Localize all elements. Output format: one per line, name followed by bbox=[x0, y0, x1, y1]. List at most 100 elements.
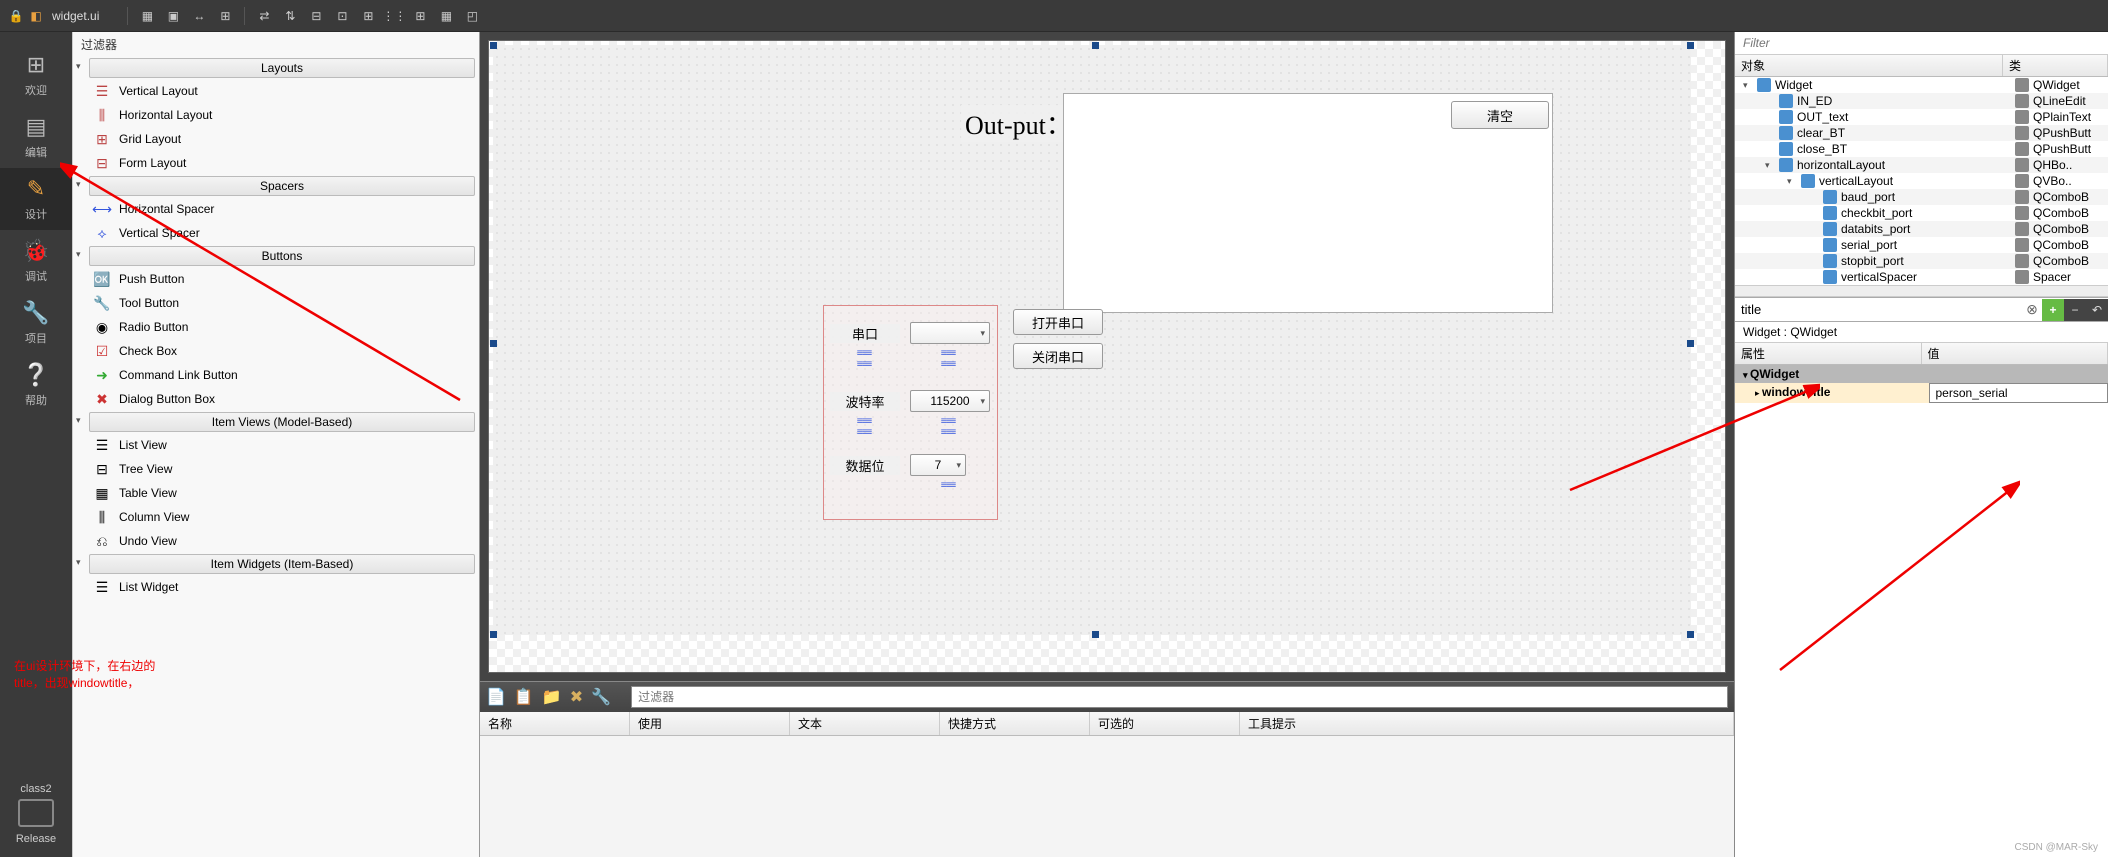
canvas-wrap: Out-put： 清空 串口 ≡≡≡≡≡≡ ≡≡≡≡≡≡ 波特率 115200 … bbox=[480, 32, 1734, 681]
rail-welcome[interactable]: ⊞ 欢迎 bbox=[0, 44, 72, 106]
object-row-baud_port[interactable]: baud_portQComboB bbox=[1735, 189, 2108, 205]
toolbar-btn-8[interactable]: ⊡ bbox=[331, 5, 353, 27]
toolbar-btn-10[interactable]: ⋮⋮ bbox=[383, 5, 405, 27]
item-list-view[interactable]: ☰List View bbox=[73, 433, 479, 457]
toolbar-btn-6[interactable]: ⇅ bbox=[279, 5, 301, 27]
item-push-button[interactable]: 🆗Push Button bbox=[73, 267, 479, 291]
col-checkable[interactable]: 可选的 bbox=[1090, 712, 1240, 735]
close-serial-button[interactable]: 关闭串口 bbox=[1013, 343, 1103, 369]
databits-combo[interactable]: 7 bbox=[910, 454, 966, 476]
clear-button[interactable]: 清空 bbox=[1451, 101, 1549, 129]
left-rail: ⊞ 欢迎 ▤ 编辑 ✎ 设计 🐞 调试 🔧 项目 ❔ 帮助 class2 Rel… bbox=[0, 32, 72, 857]
item-radio-button[interactable]: ◉Radio Button bbox=[73, 315, 479, 339]
back-property-icon[interactable]: ↶ bbox=[2086, 299, 2108, 321]
object-row-checkbit_port[interactable]: checkbit_portQComboB bbox=[1735, 205, 2108, 221]
object-row-IN_ED[interactable]: IN_EDQLineEdit bbox=[1735, 93, 2108, 109]
object-row-serial_port[interactable]: serial_portQComboB bbox=[1735, 237, 2108, 253]
build-config[interactable]: Release bbox=[16, 833, 56, 845]
rail-design[interactable]: ✎ 设计 bbox=[0, 168, 72, 230]
item-tool-button[interactable]: 🔧Tool Button bbox=[73, 291, 479, 315]
configure-icon[interactable]: 🔧 bbox=[591, 687, 611, 707]
property-row-windowtitle[interactable]: windowTitle person_serial bbox=[1735, 383, 2108, 403]
add-property-icon[interactable]: + bbox=[2042, 299, 2064, 321]
databits-label[interactable]: 数据位 bbox=[830, 456, 900, 475]
copy-action-icon[interactable]: 📋 bbox=[514, 687, 534, 707]
item-horizontal-spacer[interactable]: ⟷Horizontal Spacer bbox=[73, 197, 479, 221]
object-tree[interactable]: ▾WidgetQWidgetIN_EDQLineEditOUT_textQPla… bbox=[1735, 77, 2108, 285]
form-widget[interactable]: Out-put： 清空 串口 ≡≡≡≡≡≡ ≡≡≡≡≡≡ 波特率 115200 … bbox=[493, 45, 1691, 635]
item-check-box[interactable]: ☑Check Box bbox=[73, 339, 479, 363]
serial-combo[interactable] bbox=[910, 322, 990, 344]
object-row-stopbit_port[interactable]: stopbit_portQComboB bbox=[1735, 253, 2108, 269]
object-filter-input[interactable] bbox=[1735, 32, 2108, 55]
object-row-Widget[interactable]: ▾WidgetQWidget bbox=[1735, 77, 2108, 93]
col-tooltip[interactable]: 工具提示 bbox=[1240, 712, 1734, 735]
new-action-icon[interactable]: 📄 bbox=[486, 687, 506, 707]
property-group-qwidget[interactable]: QWidget bbox=[1735, 365, 2108, 383]
group-spacers[interactable]: Spacers bbox=[89, 176, 475, 196]
item-tree-view[interactable]: ⊟Tree View bbox=[73, 457, 479, 481]
serial-label[interactable]: 串口 bbox=[830, 324, 900, 343]
prop-col-value[interactable]: 值 bbox=[1922, 343, 2108, 364]
remove-property-icon[interactable]: − bbox=[2064, 299, 2086, 321]
col-name[interactable]: 名称 bbox=[480, 712, 630, 735]
item-grid-layout[interactable]: ⊞Grid Layout bbox=[73, 127, 479, 151]
obj-col-object[interactable]: 对象 bbox=[1735, 55, 2003, 76]
group-item-views[interactable]: Item Views (Model-Based) bbox=[89, 412, 475, 432]
object-row-horizontalLayout[interactable]: ▾horizontalLayoutQHBo.. bbox=[1735, 157, 2108, 173]
item-undo-view[interactable]: ⎌Undo View bbox=[73, 529, 479, 553]
object-row-verticalLayout[interactable]: ▾verticalLayoutQVBo.. bbox=[1735, 173, 2108, 189]
prop-col-name[interactable]: 属性 bbox=[1735, 343, 1922, 364]
design-canvas[interactable]: Out-put： 清空 串口 ≡≡≡≡≡≡ ≡≡≡≡≡≡ 波特率 115200 … bbox=[488, 40, 1726, 673]
item-list-widget[interactable]: ☰List Widget bbox=[73, 575, 479, 599]
toolbar-btn-1[interactable]: ▦ bbox=[136, 5, 158, 27]
baud-combo[interactable]: 115200 bbox=[910, 390, 990, 412]
paste-action-icon[interactable]: 📁 bbox=[542, 687, 562, 707]
toolbar-btn-5[interactable]: ⇄ bbox=[253, 5, 275, 27]
toolbar-btn-3[interactable]: ↔ bbox=[188, 5, 210, 27]
toolbar-btn-2[interactable]: ▣ bbox=[162, 5, 184, 27]
action-filter-input[interactable] bbox=[631, 686, 1728, 708]
rail-debug[interactable]: 🐞 调试 bbox=[0, 230, 72, 292]
toolbar-btn-13[interactable]: ◰ bbox=[461, 5, 483, 27]
toolbar-btn-11[interactable]: ⊞ bbox=[409, 5, 431, 27]
group-buttons[interactable]: Buttons bbox=[89, 246, 475, 266]
item-form-layout[interactable]: ⊟Form Layout bbox=[73, 151, 479, 175]
toolbar-btn-7[interactable]: ⊟ bbox=[305, 5, 327, 27]
property-filter-input[interactable] bbox=[1735, 298, 2022, 321]
group-item-widgets[interactable]: Item Widgets (Item-Based) bbox=[89, 554, 475, 574]
object-row-close_BT[interactable]: close_BTQPushButt bbox=[1735, 141, 2108, 157]
object-row-OUT_text[interactable]: OUT_textQPlainText bbox=[1735, 109, 2108, 125]
item-vertical-layout[interactable]: ☰Vertical Layout bbox=[73, 79, 479, 103]
object-row-verticalSpacer[interactable]: verticalSpacerSpacer bbox=[1735, 269, 2108, 285]
rail-project[interactable]: 🔧 项目 bbox=[0, 292, 72, 354]
baud-label[interactable]: 波特率 bbox=[830, 392, 900, 411]
item-table-view[interactable]: ▦Table View bbox=[73, 481, 479, 505]
item-dialog-button-box[interactable]: ✖Dialog Button Box bbox=[73, 387, 479, 411]
item-column-view[interactable]: ⫼Column View bbox=[73, 505, 479, 529]
item-vertical-spacer[interactable]: ⟡Vertical Spacer bbox=[73, 221, 479, 245]
col-used[interactable]: 使用 bbox=[630, 712, 790, 735]
clear-filter-icon[interactable]: ⊗ bbox=[2022, 301, 2042, 318]
item-command-link-button[interactable]: ➜Command Link Button bbox=[73, 363, 479, 387]
toolbar-btn-9[interactable]: ⊞ bbox=[357, 5, 379, 27]
object-row-databits_port[interactable]: databits_portQComboB bbox=[1735, 221, 2108, 237]
object-row-clear_BT[interactable]: clear_BTQPushButt bbox=[1735, 125, 2108, 141]
delete-action-icon[interactable]: ✖ bbox=[570, 687, 583, 707]
rail-help[interactable]: ❔ 帮助 bbox=[0, 354, 72, 416]
item-horizontal-layout[interactable]: ⫼Horizontal Layout bbox=[73, 103, 479, 127]
toolbar-btn-12[interactable]: ▦ bbox=[435, 5, 457, 27]
output-label[interactable]: Out-put： bbox=[961, 105, 1076, 142]
widget-scroll[interactable]: Layouts ☰Vertical Layout ⫼Horizontal Lay… bbox=[73, 57, 479, 857]
prop-value[interactable]: person_serial bbox=[1929, 383, 2108, 403]
layout-selection[interactable]: 串口 ≡≡≡≡≡≡ ≡≡≡≡≡≡ 波特率 115200 ≡≡≡≡≡≡ ≡≡≡≡≡… bbox=[823, 305, 998, 520]
toolbar-btn-4[interactable]: ⊞ bbox=[214, 5, 236, 27]
group-layouts[interactable]: Layouts bbox=[89, 58, 475, 78]
col-shortcut[interactable]: 快捷方式 bbox=[940, 712, 1090, 735]
col-text[interactable]: 文本 bbox=[790, 712, 940, 735]
open-serial-button[interactable]: 打开串口 bbox=[1013, 309, 1103, 335]
obj-col-class[interactable]: 类 bbox=[2003, 55, 2108, 76]
monitor-icon[interactable] bbox=[18, 799, 54, 827]
rail-edit[interactable]: ▤ 编辑 bbox=[0, 106, 72, 168]
scrollbar-placeholder[interactable] bbox=[1735, 285, 2108, 297]
